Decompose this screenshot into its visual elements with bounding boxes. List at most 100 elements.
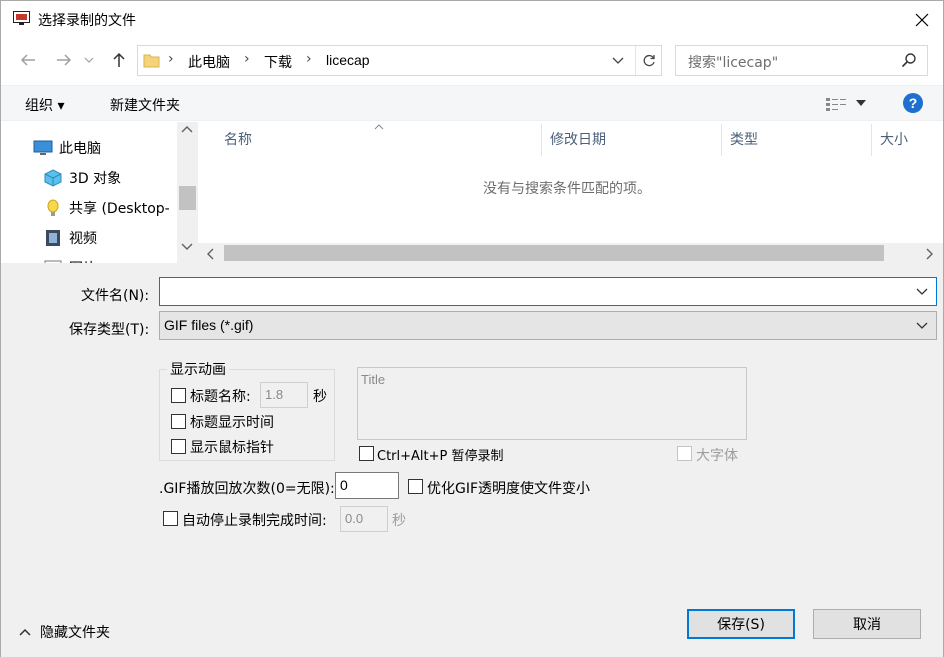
save-file-dialog: 选择录制的文件 › 此电脑 › 下载 › licecap 搜索"licecap" xyxy=(0,0,944,657)
forward-button[interactable] xyxy=(51,47,77,73)
nav-item-label: 3D 对象 xyxy=(69,171,122,187)
breadcrumb-licecap[interactable]: licecap xyxy=(326,52,370,68)
filetype-select[interactable]: GIF files (*.gif) xyxy=(159,311,937,340)
close-button[interactable] xyxy=(901,3,943,37)
nav-item-label: 视频 xyxy=(69,231,97,247)
command-bar: 组织 ▾ 新建文件夹 ? xyxy=(1,85,943,121)
nav-item-shared-desktop[interactable]: 共享 (Desktop- xyxy=(43,194,198,222)
back-button[interactable] xyxy=(15,47,41,73)
large-font-checkbox[interactable] xyxy=(677,446,692,461)
title-name-label: 标题名称: xyxy=(190,389,251,405)
shared-folder-icon xyxy=(47,199,59,216)
auto-stop-unit: 秒 xyxy=(392,513,406,529)
chevron-down-icon[interactable] xyxy=(856,100,866,106)
breadcrumb-separator: › xyxy=(306,51,312,67)
hide-folders-label: 隐藏文件夹 xyxy=(40,625,110,641)
chevron-down-icon[interactable] xyxy=(612,57,624,65)
show-title-time-label: 标题显示时间 xyxy=(190,415,274,431)
search-placeholder: 搜索"licecap" xyxy=(688,55,779,71)
chevron-down-icon[interactable] xyxy=(916,285,928,297)
chevron-down-icon xyxy=(84,57,94,63)
pause-hotkey-label: Ctrl+Alt+P 暂停录制 xyxy=(377,449,504,464)
column-label: 修改日期 xyxy=(550,132,606,148)
3d-objects-icon xyxy=(44,169,62,187)
refresh-button[interactable] xyxy=(635,46,662,75)
large-font-label: 大字体 xyxy=(696,448,738,464)
scroll-left-icon[interactable] xyxy=(206,248,214,260)
navigation-pane: 此电脑 3D 对象 共享 (Desktop- 视频 图片 xyxy=(1,122,198,263)
pause-hotkey-checkbox[interactable] xyxy=(359,446,374,461)
nav-item-pictures[interactable]: 图片 xyxy=(43,254,198,263)
show-title-time-checkbox[interactable] xyxy=(171,414,186,429)
file-list-scrollbar[interactable] xyxy=(198,243,943,263)
filename-input[interactable] xyxy=(159,277,937,306)
search-icon xyxy=(901,53,916,68)
recent-locations-button[interactable] xyxy=(80,47,98,73)
nav-item-videos[interactable]: 视频 xyxy=(43,224,198,252)
optimize-transparency-checkbox[interactable] xyxy=(408,479,423,494)
refresh-icon xyxy=(643,54,655,66)
up-arrow-icon xyxy=(113,52,125,67)
scrollbar-thumb[interactable] xyxy=(224,245,884,261)
organize-menu[interactable]: 组织 ▾ xyxy=(25,95,64,115)
nav-item-this-pc[interactable]: 此电脑 xyxy=(33,134,198,162)
computer-icon xyxy=(33,140,53,155)
breadcrumb-separator: › xyxy=(168,51,174,67)
column-header-name[interactable]: 名称 xyxy=(216,122,541,156)
scrollbar-thumb[interactable] xyxy=(179,186,196,210)
folder-icon xyxy=(143,54,160,68)
auto-stop-seconds-input[interactable]: 0.0 xyxy=(340,506,388,532)
up-button[interactable] xyxy=(106,47,132,73)
show-cursor-checkbox[interactable] xyxy=(171,439,186,454)
save-button[interactable]: 保存(S) xyxy=(687,609,795,639)
column-header-type[interactable]: 类型 xyxy=(722,122,872,156)
save-options-panel: 文件名(N): 保存类型(T): GIF files (*.gif) 显示动画 … xyxy=(1,263,943,657)
title-name-checkbox[interactable] xyxy=(171,388,186,403)
auto-stop-checkbox[interactable] xyxy=(163,511,178,526)
app-icon xyxy=(13,11,30,25)
nav-item-3d-objects[interactable]: 3D 对象 xyxy=(43,164,198,192)
cancel-button[interactable]: 取消 xyxy=(813,609,921,639)
breadcrumb-separator: › xyxy=(244,51,250,67)
help-button[interactable]: ? xyxy=(903,93,923,113)
column-header-date[interactable]: 修改日期 xyxy=(542,122,722,156)
optimize-transparency-label: 优化GIF透明度使文件变小 xyxy=(427,481,591,497)
address-bar[interactable]: › 此电脑 › 下载 › licecap xyxy=(137,45,662,76)
group-title: 显示动画 xyxy=(167,359,229,379)
breadcrumb-this-pc[interactable]: 此电脑 xyxy=(188,52,230,72)
title-placeholder: Title xyxy=(361,372,386,387)
nav-pane-scrollbar[interactable] xyxy=(177,122,198,263)
search-input[interactable]: 搜索"licecap" xyxy=(675,45,928,76)
scroll-right-icon[interactable] xyxy=(926,248,934,260)
hide-folders-toggle[interactable]: 隐藏文件夹 xyxy=(19,622,110,642)
forward-arrow-icon xyxy=(57,54,72,66)
window-title: 选择录制的文件 xyxy=(38,13,136,29)
column-header-size[interactable]: 大小 xyxy=(872,122,943,156)
chevron-up-icon xyxy=(19,628,31,636)
show-cursor-label: 显示鼠标指针 xyxy=(190,440,274,456)
column-label: 大小 xyxy=(880,132,908,148)
filename-label: 文件名(N): xyxy=(81,288,150,304)
seconds-unit: 秒 xyxy=(313,389,327,405)
view-options-icon[interactable] xyxy=(825,96,847,112)
filetype-label: 保存类型(T): xyxy=(69,322,150,338)
filetype-value: GIF files (*.gif) xyxy=(164,317,254,333)
breadcrumb-downloads[interactable]: 下载 xyxy=(264,52,292,72)
new-folder-button[interactable]: 新建文件夹 xyxy=(110,95,180,115)
chevron-down-icon[interactable] xyxy=(916,319,928,331)
back-arrow-icon xyxy=(20,54,35,66)
title-text-area[interactable]: Title xyxy=(357,367,747,440)
scroll-up-icon[interactable] xyxy=(181,125,193,133)
loop-count-input[interactable]: 0 xyxy=(335,472,399,499)
video-icon xyxy=(46,230,60,246)
column-label: 名称 xyxy=(224,132,252,148)
column-label: 类型 xyxy=(730,132,758,148)
empty-message: 没有与搜索条件匹配的项。 xyxy=(483,181,651,197)
loop-count-label: .GIF播放回放次数(0=无限): xyxy=(159,481,335,497)
scroll-down-icon[interactable] xyxy=(181,243,193,251)
close-icon xyxy=(915,13,929,27)
title-seconds-input[interactable]: 1.8 xyxy=(260,382,308,408)
auto-stop-label: 自动停止录制完成时间: xyxy=(182,513,327,529)
nav-item-label: 此电脑 xyxy=(59,141,101,157)
title-bar: 选择录制的文件 xyxy=(1,1,943,39)
